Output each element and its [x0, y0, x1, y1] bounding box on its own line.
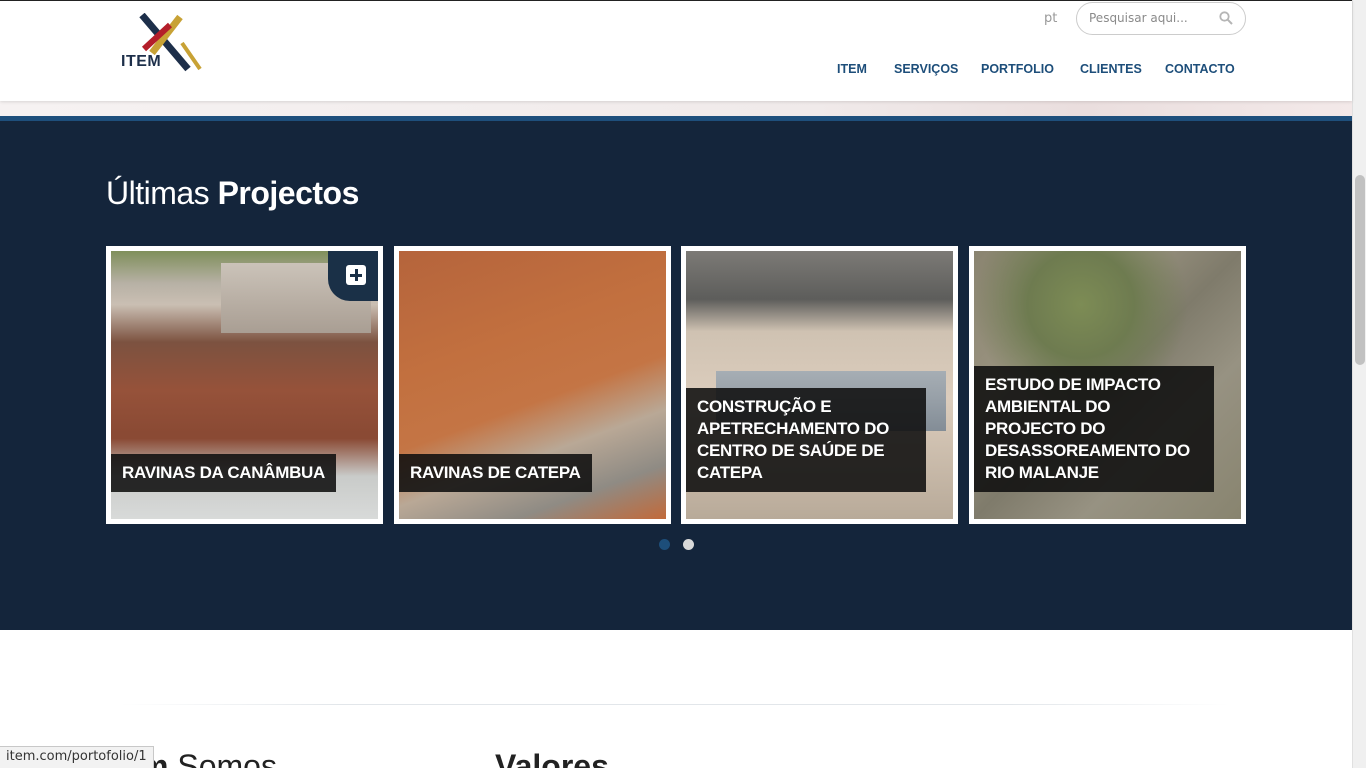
project-label[interactable]: RAVINAS DE CATEPA: [399, 454, 592, 492]
nav-portfolio[interactable]: PORTFOLIO: [981, 62, 1054, 76]
logo-text: ITEM: [121, 53, 162, 70]
section-title: Últimas Projectos: [106, 175, 359, 212]
search-input[interactable]: [1089, 11, 1219, 25]
site-header: ITEM pt ITEM SERVIÇOS PORTFOLIO CLIENTES…: [0, 0, 1352, 101]
section-title-bold: Projectos: [217, 175, 360, 211]
carousel-dot[interactable]: [683, 539, 694, 550]
project-card[interactable]: CONSTRUÇÃO E APETRECHAMENTO DO CENTRO DE…: [681, 246, 958, 524]
browser-status-url: item.com/portofolio/1: [0, 746, 154, 768]
project-label[interactable]: CONSTRUÇÃO E APETRECHAMENTO DO CENTRO DE…: [686, 388, 926, 492]
expand-button[interactable]: [328, 251, 378, 301]
section-title-light: Últimas: [106, 175, 210, 211]
nav-contacto[interactable]: CONTACTO: [1165, 62, 1235, 76]
project-image[interactable]: RAVINAS DA CANÂMBUA: [111, 251, 378, 519]
project-image[interactable]: RAVINAS DE CATEPA: [399, 251, 666, 519]
scrollbar-thumb[interactable]: [1355, 175, 1365, 365]
nav-servicos[interactable]: SERVIÇOS: [894, 62, 958, 76]
nav-clientes[interactable]: CLIENTES: [1080, 62, 1142, 76]
about-heading: m Somos: [140, 748, 277, 768]
project-card[interactable]: ESTUDO DE IMPACTO AMBIENTAL DO PROJECTO …: [969, 246, 1246, 524]
carousel-dot-active[interactable]: [659, 539, 670, 550]
project-image[interactable]: ESTUDO DE IMPACTO AMBIENTAL DO PROJECTO …: [974, 251, 1241, 519]
project-image[interactable]: CONSTRUÇÃO E APETRECHAMENTO DO CENTRO DE…: [686, 251, 953, 519]
project-label[interactable]: ESTUDO DE IMPACTO AMBIENTAL DO PROJECTO …: [974, 366, 1214, 492]
values-heading: Valores: [495, 748, 609, 768]
plus-icon: [346, 265, 366, 285]
nav-item[interactable]: ITEM: [837, 62, 867, 76]
site-logo[interactable]: ITEM: [118, 12, 208, 73]
project-label[interactable]: RAVINAS DA CANÂMBUA: [111, 454, 337, 492]
project-card[interactable]: RAVINAS DA CANÂMBUA: [106, 246, 383, 524]
language-selector[interactable]: pt: [1044, 11, 1057, 26]
project-card[interactable]: RAVINAS DE CATEPA: [394, 246, 671, 524]
search-box: [1076, 2, 1246, 35]
carousel-pagination: [0, 539, 1352, 551]
hero-image-strip: [0, 101, 1352, 117]
page-scrollbar[interactable]: [1352, 0, 1366, 768]
about-heading-light: Somos: [168, 748, 277, 768]
content-divider: [120, 704, 1230, 705]
latest-projects-section: Últimas Projectos RAVINAS DA CANÂMBUA RA…: [0, 121, 1352, 630]
search-icon[interactable]: [1219, 11, 1233, 25]
